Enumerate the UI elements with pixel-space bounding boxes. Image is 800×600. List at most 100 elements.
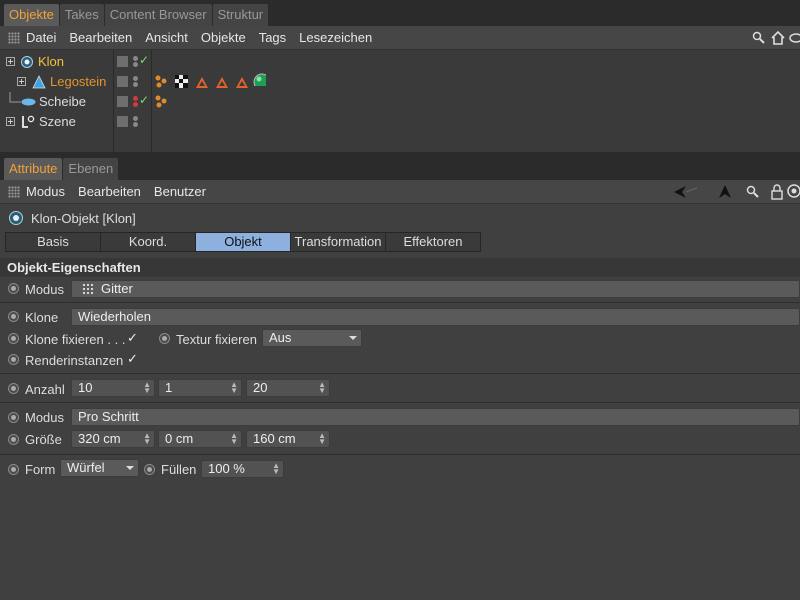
lock-icon[interactable]: [770, 184, 784, 200]
search-icon[interactable]: [746, 185, 760, 199]
object-row-szene[interactable]: Szene: [0, 112, 800, 132]
groesse-y-value: 0 cm: [165, 431, 194, 446]
spinner-icon[interactable]: ▲ ▼: [143, 432, 151, 446]
chevron-down-icon: [126, 466, 134, 470]
menu-modus[interactable]: Modus: [26, 184, 65, 199]
modus-2-value: Pro Schritt: [78, 409, 139, 424]
menu-ansicht[interactable]: Ansicht: [145, 30, 188, 45]
object-row-scheibe[interactable]: Scheibe ✓: [0, 92, 800, 112]
anzahl-y-value: 1: [165, 380, 173, 395]
selection-tag-icon[interactable]: [196, 77, 208, 88]
tab-attribute[interactable]: Attribute: [4, 158, 63, 180]
tab-struktur[interactable]: Struktur: [212, 4, 269, 26]
grip-icon[interactable]: [8, 185, 20, 198]
groesse-z-input[interactable]: 160 cm ▲ ▼: [246, 430, 330, 448]
animate-radio-icon[interactable]: [8, 412, 19, 423]
section-title: Objekt-Eigenschaften: [0, 258, 800, 277]
lock-icon[interactable]: [788, 32, 800, 44]
groesse-x-input[interactable]: 320 cm ▲ ▼: [71, 430, 155, 448]
menu-tags[interactable]: Tags: [259, 30, 286, 45]
menu-bearbeiten[interactable]: Bearbeiten: [78, 184, 141, 199]
object-row-klon[interactable]: Klon ✓: [0, 52, 800, 72]
expand-icon[interactable]: [6, 117, 15, 126]
modus-dropdown[interactable]: Gitter: [71, 280, 800, 298]
object-name-szene[interactable]: Szene: [39, 114, 76, 129]
tab-transformation[interactable]: Transformation: [290, 232, 386, 252]
animate-radio-icon[interactable]: [8, 354, 19, 365]
spinner-icon[interactable]: ▲ ▼: [143, 381, 151, 395]
enabled-check-icon[interactable]: ✓: [139, 53, 149, 67]
menu-datei[interactable]: Datei: [26, 30, 56, 45]
tab-basis[interactable]: Basis: [5, 232, 101, 252]
spinner-icon[interactable]: ▲ ▼: [318, 432, 326, 446]
animate-radio-icon[interactable]: [8, 383, 19, 394]
selection-tag-icon[interactable]: [236, 77, 248, 88]
fuellen-input[interactable]: 100 % ▲ ▼: [201, 460, 284, 478]
expand-icon[interactable]: [17, 77, 26, 86]
expand-icon[interactable]: [6, 57, 15, 66]
layer-icon[interactable]: [117, 56, 128, 67]
menu-bearbeiten[interactable]: Bearbeiten: [69, 30, 132, 45]
menu-lesezeichen[interactable]: Lesezeichen: [299, 30, 372, 45]
textur-fixieren-dropdown[interactable]: Aus: [262, 329, 362, 347]
layer-icon[interactable]: [117, 76, 128, 87]
grip-icon[interactable]: [8, 31, 20, 44]
layer-icon[interactable]: [117, 96, 128, 107]
search-icon[interactable]: [752, 31, 766, 45]
tab-objekte[interactable]: Objekte: [4, 4, 59, 26]
form-dropdown[interactable]: Würfel: [60, 459, 139, 477]
layer-icon[interactable]: [117, 116, 128, 127]
spinner-icon[interactable]: ▲ ▼: [272, 462, 280, 476]
anzahl-x-input[interactable]: 10 ▲ ▼: [71, 379, 155, 397]
animate-radio-icon[interactable]: [159, 333, 170, 344]
target-icon[interactable]: [787, 184, 800, 198]
up-arrow-icon[interactable]: [718, 184, 732, 200]
spinner-icon[interactable]: ▲ ▼: [318, 381, 326, 395]
object-row-legostein[interactable]: Legostein: [0, 72, 800, 92]
menu-objekte[interactable]: Objekte: [201, 30, 246, 45]
texture-tag-icon[interactable]: [175, 75, 188, 88]
spinner-icon[interactable]: ▲ ▼: [230, 432, 238, 446]
visibility-dots[interactable]: [133, 76, 139, 88]
animate-radio-icon[interactable]: [8, 434, 19, 445]
anzahl-y-input[interactable]: 1 ▲ ▼: [158, 379, 242, 397]
groesse-y-input[interactable]: 0 cm ▲ ▼: [158, 430, 242, 448]
renderinstanzen-checkbox[interactable]: ✓: [127, 351, 138, 367]
tab-takes[interactable]: Takes: [59, 4, 104, 26]
anzahl-z-input[interactable]: 20 ▲ ▼: [246, 379, 330, 397]
label-anzahl: Anzahl: [25, 382, 65, 397]
animate-radio-icon[interactable]: [8, 283, 19, 294]
grid-icon: [82, 283, 94, 295]
phong-tag-icon[interactable]: [155, 75, 168, 88]
menu-benutzer[interactable]: Benutzer: [154, 184, 206, 199]
groesse-z-value: 160 cm: [253, 431, 296, 446]
material-tag-icon[interactable]: [253, 73, 266, 86]
label-fuellen: Füllen: [161, 462, 197, 477]
klone-fixieren-checkbox[interactable]: ✓: [127, 330, 138, 346]
chevron-down-icon: [349, 336, 357, 340]
object-name-legostein[interactable]: Legostein: [50, 74, 106, 89]
null-object-icon: [22, 115, 35, 128]
animate-radio-icon[interactable]: [8, 464, 19, 475]
tab-koord[interactable]: Koord.: [100, 232, 196, 252]
home-icon[interactable]: [770, 30, 786, 46]
tab-objekt[interactable]: Objekt: [195, 232, 291, 252]
visibility-dots[interactable]: [133, 116, 139, 128]
tab-effektoren[interactable]: Effektoren: [385, 232, 481, 252]
klone-dropdown[interactable]: Wiederholen: [71, 308, 800, 326]
object-name-scheibe[interactable]: Scheibe: [39, 94, 86, 109]
tab-ebenen[interactable]: Ebenen: [63, 158, 119, 180]
animate-radio-icon[interactable]: [8, 333, 19, 344]
phong-tag-icon[interactable]: [155, 95, 168, 108]
back-arrow-icon[interactable]: [672, 185, 698, 199]
object-name-klon[interactable]: Klon: [38, 54, 64, 69]
selection-tag-icon[interactable]: [216, 77, 228, 88]
spinner-icon[interactable]: ▲ ▼: [230, 381, 238, 395]
objects-menu-bar: Datei Bearbeiten Ansicht Objekte Tags Le…: [0, 26, 800, 50]
enabled-check-icon[interactable]: ✓: [139, 93, 149, 107]
label-form: Form: [25, 462, 56, 477]
modus-2-dropdown[interactable]: Pro Schritt: [71, 408, 800, 426]
animate-radio-icon[interactable]: [8, 311, 19, 322]
tab-content-browser[interactable]: Content Browser: [104, 4, 212, 26]
animate-radio-icon[interactable]: [144, 464, 155, 475]
